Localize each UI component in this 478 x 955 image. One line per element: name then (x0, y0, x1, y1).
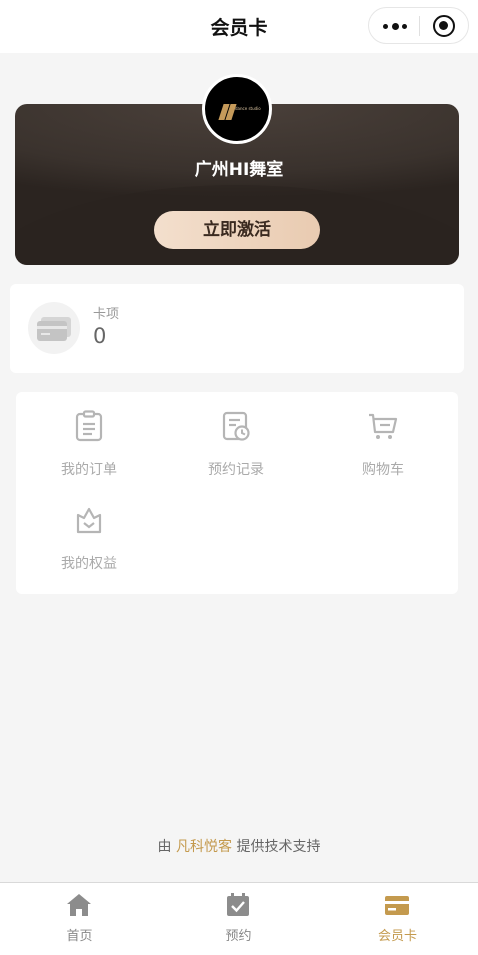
tab-home[interactable]: 首页 (0, 883, 159, 955)
menu-item-my-benefits[interactable]: 我的权益 (16, 486, 162, 576)
footer-brand-link[interactable]: 凡科悦客 (176, 839, 232, 855)
menu-item-my-orders[interactable]: 我的订单 (16, 392, 162, 482)
footer-suffix: 提供技术支持 (232, 839, 321, 855)
tab-member-card[interactable]: 会员卡 (318, 883, 477, 955)
card-items-count: 0 (93, 324, 107, 348)
card-items-label: 卡项 (93, 307, 120, 322)
studio-name: 广州HI舞室 (194, 160, 284, 180)
menu-panel: 我的订单 预约记录 购物车 我的权益 (16, 392, 458, 594)
menu-label: 购物车 (362, 462, 404, 478)
appointment-record-icon (222, 411, 250, 441)
crown-icon (76, 507, 102, 534)
cards-icon (28, 302, 80, 354)
close-miniprogram-icon[interactable] (433, 15, 455, 37)
member-card-icon (385, 896, 409, 915)
menu-item-shopping-cart[interactable]: 购物车 (310, 392, 456, 482)
studio-logo: dance studio (202, 74, 272, 144)
cart-icon (369, 413, 398, 439)
tab-appointment[interactable]: 预约 (159, 883, 318, 955)
tab-label: 会员卡 (377, 929, 417, 944)
tab-label: 首页 (66, 929, 93, 944)
menu-label: 我的订单 (61, 462, 117, 478)
activate-button[interactable]: 立即激活 (154, 211, 320, 249)
clipboard-icon (75, 410, 103, 442)
home-icon (67, 894, 91, 916)
bottom-tabbar: 首页 预约 会员卡 (0, 882, 478, 955)
more-options-icon[interactable] (383, 18, 407, 34)
menu-item-appointment-records[interactable]: 预约记录 (163, 392, 309, 482)
menu-label: 预约记录 (208, 462, 264, 478)
capsule-divider (419, 16, 420, 36)
miniprogram-capsule (368, 7, 469, 44)
menu-label: 我的权益 (61, 556, 117, 572)
calendar-check-icon (227, 893, 249, 916)
tech-support-footer: 由 凡科悦客 提供技术支持 (0, 836, 478, 856)
tab-label: 预约 (225, 929, 252, 944)
logo-text: dance studio (235, 106, 261, 111)
top-navbar: 会员卡 (0, 0, 478, 53)
card-items-panel[interactable]: 卡项 0 (10, 284, 464, 373)
footer-prefix: 由 (157, 839, 176, 855)
